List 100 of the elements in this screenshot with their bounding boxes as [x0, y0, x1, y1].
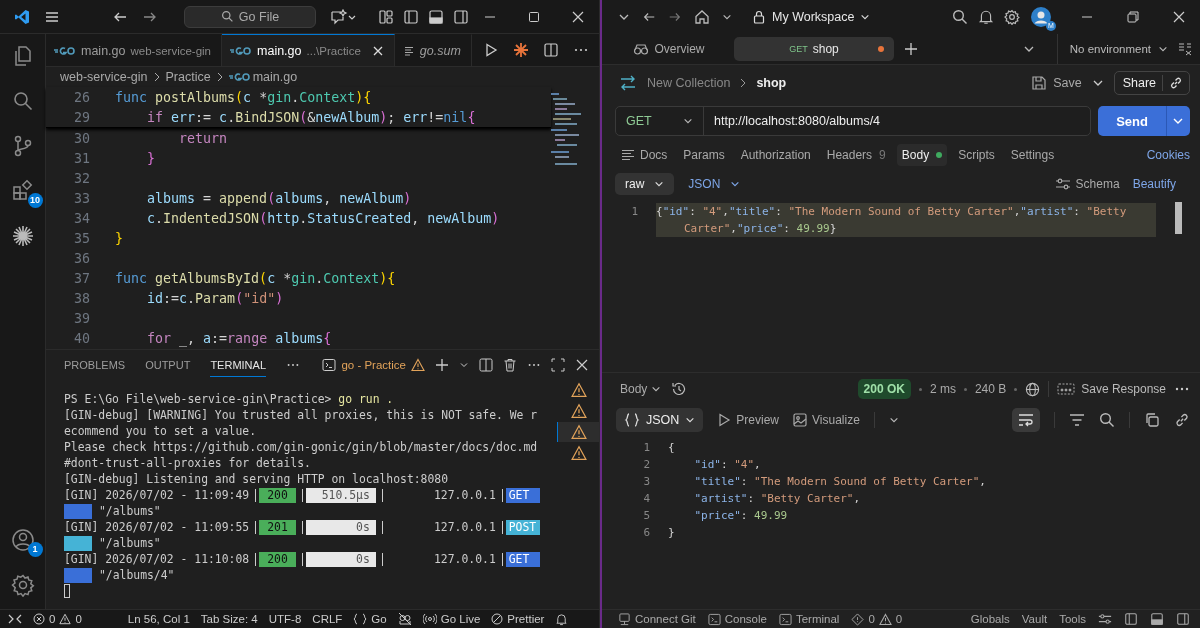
panel-toggle-icon[interactable]: [428, 8, 444, 25]
bell-icon[interactable]: [555, 612, 569, 626]
response-view-dropdown[interactable]: Body: [620, 382, 662, 396]
url-input-field[interactable]: GET http://localhost:8080/albums/4: [615, 106, 1092, 136]
request-option-tab[interactable]: Docs: [616, 144, 673, 166]
plus-icon[interactable]: [435, 358, 449, 372]
maximize-icon[interactable]: [527, 9, 541, 24]
terminal-instance[interactable]: [557, 422, 599, 442]
copy-icon[interactable]: [1144, 412, 1160, 428]
method-dropdown[interactable]: GET: [616, 107, 704, 135]
workspace-selector[interactable]: My Workspace: [752, 10, 871, 24]
forward-arrow-icon[interactable]: [668, 10, 682, 24]
close-icon[interactable]: [371, 44, 384, 57]
link-icon[interactable]: [1174, 412, 1190, 428]
sparkle-icon[interactable]: [513, 42, 529, 58]
cookies-link[interactable]: Cookies: [1146, 148, 1190, 162]
send-button[interactable]: Send: [1098, 106, 1190, 136]
format-dropdown[interactable]: JSON: [688, 177, 741, 191]
breadcrumb-item[interactable]: Practice: [165, 70, 211, 84]
close-icon[interactable]: [571, 9, 585, 24]
vscode-logo-icon[interactable]: [14, 8, 30, 25]
back-arrow-icon[interactable]: [642, 10, 656, 24]
filter-icon[interactable]: [1069, 413, 1085, 427]
search-icon[interactable]: [1099, 412, 1115, 428]
close-icon[interactable]: [1172, 10, 1186, 24]
status-bar-item[interactable]: Vault: [1021, 613, 1048, 625]
beautify-link[interactable]: Beautify: [1132, 177, 1176, 191]
close-icon[interactable]: [575, 358, 589, 372]
save-response-button[interactable]: Save Response: [1057, 382, 1166, 396]
save-button[interactable]: Save: [1031, 75, 1082, 91]
environment-quick-look-icon[interactable]: [1178, 42, 1192, 56]
request-option-tab[interactable]: Settings: [1005, 144, 1060, 166]
settings-sliders-icon[interactable]: [1098, 612, 1112, 626]
trash-icon[interactable]: [503, 358, 517, 372]
problems-status[interactable]: 0 0: [33, 613, 82, 625]
plus-icon[interactable]: [904, 42, 918, 56]
environment-selector[interactable]: No environment: [1056, 34, 1168, 64]
restore-icon[interactable]: [1126, 10, 1140, 24]
remote-icon[interactable]: [8, 612, 22, 626]
encoding[interactable]: UTF-8: [268, 613, 302, 625]
right-sidebar-icon[interactable]: [1176, 612, 1190, 626]
chevron-down-icon[interactable]: [722, 12, 732, 22]
request-tab[interactable]: GET shop: [734, 37, 894, 61]
request-tab[interactable]: Overview: [614, 37, 724, 61]
history-icon[interactable]: [671, 381, 688, 397]
collection-name[interactable]: New Collection: [647, 76, 731, 90]
request-option-tab[interactable]: Params: [678, 144, 730, 166]
status-bar-item[interactable]: Terminal: [778, 612, 840, 626]
home-icon[interactable]: [694, 9, 710, 25]
editor-tab[interactable]: go.sum: [394, 34, 472, 66]
request-option-tab[interactable]: Headers 9: [821, 144, 891, 166]
sparkle-icon[interactable]: [10, 224, 35, 248]
request-option-tab[interactable]: Body: [896, 144, 948, 166]
request-name[interactable]: shop: [756, 76, 787, 90]
settings-icon[interactable]: [1004, 9, 1020, 25]
sidebar-toggle-icon[interactable]: [1124, 612, 1138, 626]
schema-button[interactable]: Schema: [1054, 177, 1120, 191]
panel-tab[interactable]: OUTPUT: [145, 353, 191, 377]
split-editor-icon[interactable]: [543, 42, 559, 58]
preview-button[interactable]: Preview: [717, 413, 780, 427]
problems-status[interactable]: 0 0: [851, 612, 903, 626]
tab-size[interactable]: Tab Size: 4: [200, 613, 258, 625]
chat-sparkle-icon[interactable]: [330, 8, 356, 25]
bell-icon[interactable]: [978, 9, 994, 25]
search-field[interactable]: Go File: [184, 5, 316, 28]
go-live-button[interactable]: Go Live: [422, 613, 481, 625]
split-terminal-icon[interactable]: [479, 358, 493, 372]
status-bar-item[interactable]: Globals: [970, 613, 1010, 625]
panel-tab[interactable]: PROBLEMS: [64, 353, 126, 377]
globe-icon[interactable]: [1025, 381, 1041, 397]
scrollbar-thumb[interactable]: [1175, 202, 1182, 234]
line-ending[interactable]: CRLF: [312, 613, 343, 625]
response-time[interactable]: 2 ms: [929, 382, 956, 396]
body-type-dropdown[interactable]: raw: [615, 173, 675, 195]
editor-tab[interactable]: main.go ...\Practice: [222, 34, 395, 66]
status-badge[interactable]: 200 OK: [857, 379, 911, 399]
wrap-lines-button[interactable]: [1012, 408, 1040, 432]
breadcrumb-item[interactable]: web-service-gin: [60, 70, 148, 84]
cursor-position[interactable]: Ln 56, Col 1: [127, 613, 190, 625]
terminal-selector[interactable]: go - Practice: [322, 358, 425, 372]
breadcrumb-item[interactable]: main.go: [228, 70, 298, 84]
sidebar-toggle-icon[interactable]: [403, 8, 419, 25]
request-option-tab[interactable]: Authorization: [735, 144, 816, 166]
maximize-panel-icon[interactable]: [551, 358, 565, 372]
visualize-button[interactable]: Visualize: [793, 413, 860, 427]
status-bar-item[interactable]: Connect Git: [618, 612, 696, 626]
avatar-icon[interactable]: [1030, 6, 1052, 28]
request-option-tab[interactable]: Scripts: [953, 144, 1000, 166]
prettier-status[interactable]: Prettier: [491, 613, 545, 625]
request-body-text[interactable]: {"id": "4","title": "The Modern Sound of Betty Carter","artist": "Betty Carter","price": 49.99}: [656, 203, 1156, 237]
panel-toggle-icon[interactable]: [1150, 612, 1164, 626]
status-bar-item[interactable]: Console: [707, 612, 767, 626]
share-button[interactable]: Share: [1113, 71, 1190, 95]
language-mode[interactable]: Go: [353, 613, 387, 625]
run-icon[interactable]: [483, 42, 499, 58]
layout-icon[interactable]: [378, 8, 394, 25]
response-size[interactable]: 240 B: [974, 382, 1007, 396]
search-icon[interactable]: [952, 9, 968, 25]
secondary-sidebar-icon[interactable]: [453, 8, 469, 25]
copilot-icon[interactable]: [397, 612, 412, 626]
